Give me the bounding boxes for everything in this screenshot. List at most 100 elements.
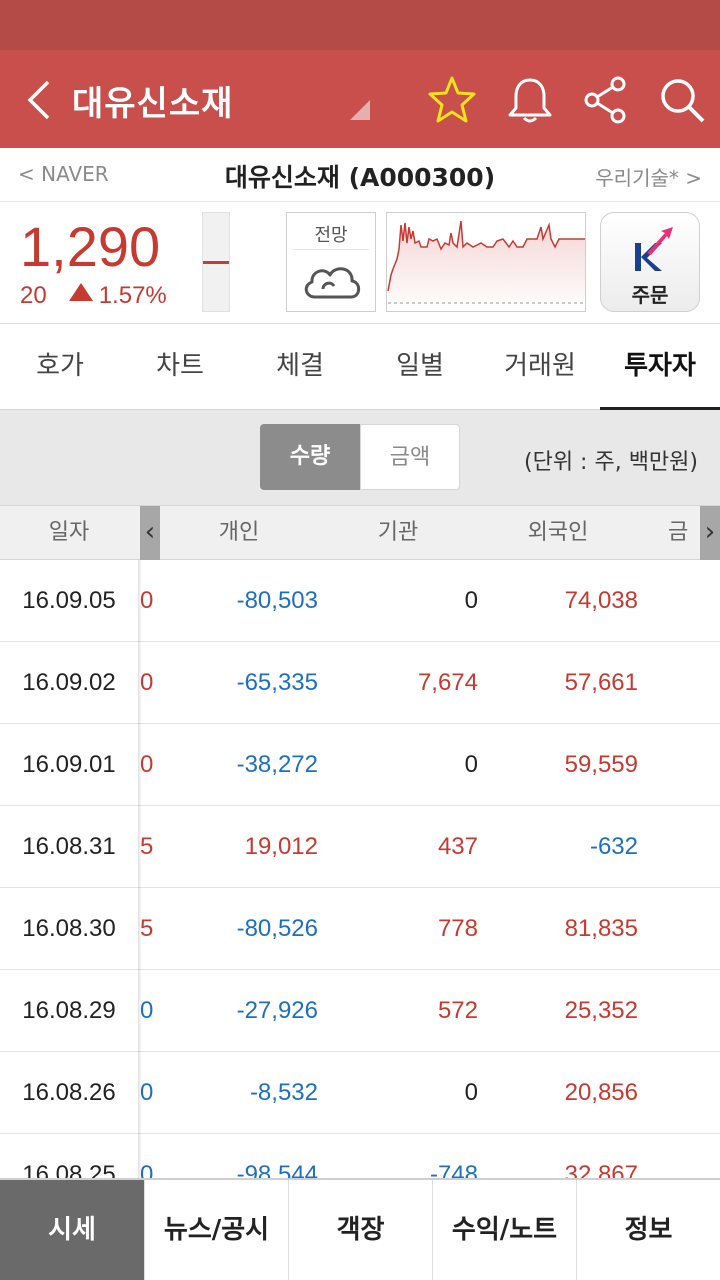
scroll-left-icon[interactable]: ‹: [140, 506, 160, 560]
header-individual: 개인: [218, 520, 260, 545]
tab-chart[interactable]: 차트: [120, 324, 240, 410]
table-row[interactable]: 16.08.30 5 -80,526 778 81,835: [0, 888, 720, 970]
row-foreign: 81,835: [564, 915, 638, 942]
row-hidden-col: 0: [140, 997, 154, 1024]
page-title[interactable]: 대유신소재: [72, 76, 233, 125]
row-institution: 0: [464, 1079, 478, 1106]
row-date: 16.08.30: [22, 915, 116, 942]
k-logo-icon: [635, 227, 673, 271]
row-hidden-col: 0: [140, 1079, 154, 1106]
bell-icon[interactable]: [504, 74, 556, 126]
row-hidden-col: 0: [140, 751, 154, 778]
row-date: 16.08.26: [22, 1079, 116, 1106]
row-foreign: 20,856: [564, 1079, 638, 1106]
row-date: 16.09.05: [22, 587, 116, 614]
intraday-chart[interactable]: [386, 212, 586, 312]
row-institution: 7,674: [417, 669, 478, 696]
row-individual: -38,272: [236, 751, 318, 778]
header-foreign: 외국인: [527, 520, 589, 545]
change-amount: 20: [20, 282, 47, 309]
row-foreign: 59,559: [564, 751, 638, 778]
row-individual: -80,503: [236, 587, 318, 614]
row-foreign: 74,038: [564, 587, 638, 614]
table-header: 일자 ‹ 개인 기관 외국인 금융 ›: [0, 506, 720, 560]
row-individual: -80,526: [236, 915, 318, 942]
unit-note: (단위 : 주, 백만원): [524, 450, 698, 475]
row-hidden-col: 0: [140, 1161, 154, 1178]
row-institution: 437: [437, 833, 478, 860]
row-individual: -65,335: [236, 669, 318, 696]
order-button[interactable]: 주문: [600, 212, 700, 312]
share-icon[interactable]: [580, 74, 632, 126]
nav-quote[interactable]: 시세: [0, 1180, 144, 1280]
table-row[interactable]: 16.08.29 0 -27,926 572 25,352: [0, 970, 720, 1052]
status-bar: [0, 0, 720, 50]
row-foreign: -632: [589, 833, 638, 860]
table-row[interactable]: 16.08.25 0 -98,544 -748 32,867: [0, 1134, 720, 1178]
change-percent: 1.57%: [98, 282, 167, 309]
price-range-bar: [202, 212, 230, 312]
tab-orderbook[interactable]: 호가: [0, 324, 120, 410]
next-stock-link[interactable]: 우리기술* >: [595, 162, 702, 191]
table-row[interactable]: 16.09.05 0 -80,503 0 74,038: [0, 560, 720, 642]
row-individual: -27,926: [236, 997, 318, 1024]
quantity-toggle[interactable]: 수량: [260, 424, 360, 490]
dropdown-indicator-icon[interactable]: [350, 100, 370, 120]
row-foreign: 32,867: [564, 1161, 638, 1178]
unit-filter-bar: 수량 금액 (단위 : 주, 백만원): [0, 410, 720, 506]
current-price: 1,290: [20, 215, 161, 278]
tab-brokers[interactable]: 거래원: [480, 324, 600, 410]
nav-profit-note[interactable]: 수익/노트: [432, 1180, 576, 1280]
row-foreign: 25,352: [564, 997, 638, 1024]
header-date: 일자: [48, 520, 90, 545]
row-date: 16.08.29: [22, 997, 116, 1024]
detail-tabs: 호가 차트 체결 일별 거래원 투자자: [0, 324, 720, 410]
forecast-label: 전망: [314, 225, 348, 246]
up-arrow-icon: [68, 283, 93, 301]
scroll-right-icon[interactable]: ›: [700, 506, 720, 560]
price-change: 20 1.57%: [20, 282, 167, 310]
row-hidden-col: 5: [140, 915, 154, 942]
order-label: 주문: [631, 283, 669, 307]
back-arrow-icon[interactable]: [22, 78, 56, 122]
table-row[interactable]: 16.08.26 0 -8,532 0 20,856: [0, 1052, 720, 1134]
star-icon[interactable]: [426, 74, 478, 126]
investor-table[interactable]: 16.09.05 0 -80,503 0 74,038 16.09.02 0 -65,335 7…: [0, 560, 720, 1178]
app-bar: 대유신소재: [0, 50, 720, 148]
table-row[interactable]: 16.09.01 0 -38,272 0 59,559: [0, 724, 720, 806]
tab-trades[interactable]: 체결: [240, 324, 360, 410]
row-foreign: 57,661: [564, 669, 638, 696]
amount-toggle[interactable]: 금액: [360, 424, 460, 490]
row-hidden-col: 0: [140, 587, 154, 614]
row-date: 16.08.25: [22, 1161, 116, 1178]
nav-info[interactable]: 정보: [576, 1180, 720, 1280]
nav-lounge[interactable]: 객장: [288, 1180, 432, 1280]
row-individual: -98,544: [236, 1161, 318, 1178]
tab-daily[interactable]: 일별: [360, 324, 480, 410]
stock-navigator: < NAVER 대유신소재 (A000300) 우리기술* >: [0, 148, 720, 202]
row-hidden-col: 5: [140, 833, 154, 860]
row-date: 16.09.02: [22, 669, 116, 696]
cloud-icon: [304, 267, 361, 299]
bottom-nav: 시세 뉴스/공시 객장 수익/노트 정보: [0, 1178, 720, 1280]
row-institution: 0: [464, 751, 478, 778]
forecast-button[interactable]: 전망: [286, 212, 376, 312]
row-hidden-col: 0: [140, 669, 154, 696]
tab-investors[interactable]: 투자자: [600, 324, 720, 410]
row-date: 16.08.31: [22, 833, 116, 860]
row-date: 16.09.01: [22, 751, 116, 778]
search-icon[interactable]: [656, 74, 708, 126]
row-institution: 0: [464, 587, 478, 614]
table-row[interactable]: 16.09.02 0 -65,335 7,674 57,661: [0, 642, 720, 724]
header-institution: 기관: [377, 520, 419, 545]
quote-panel: 1,290 20 1.57% 전망 주문: [0, 202, 720, 324]
row-individual: 19,012: [244, 833, 318, 860]
nav-news[interactable]: 뉴스/공시: [144, 1180, 288, 1280]
row-institution: 778: [437, 915, 478, 942]
row-institution: -748: [429, 1161, 478, 1178]
intraday-line: [387, 220, 585, 311]
price-marker: [203, 261, 229, 264]
row-individual: -8,532: [249, 1079, 318, 1106]
row-institution: 572: [437, 997, 478, 1024]
table-row[interactable]: 16.08.31 5 19,012 437 -632: [0, 806, 720, 888]
